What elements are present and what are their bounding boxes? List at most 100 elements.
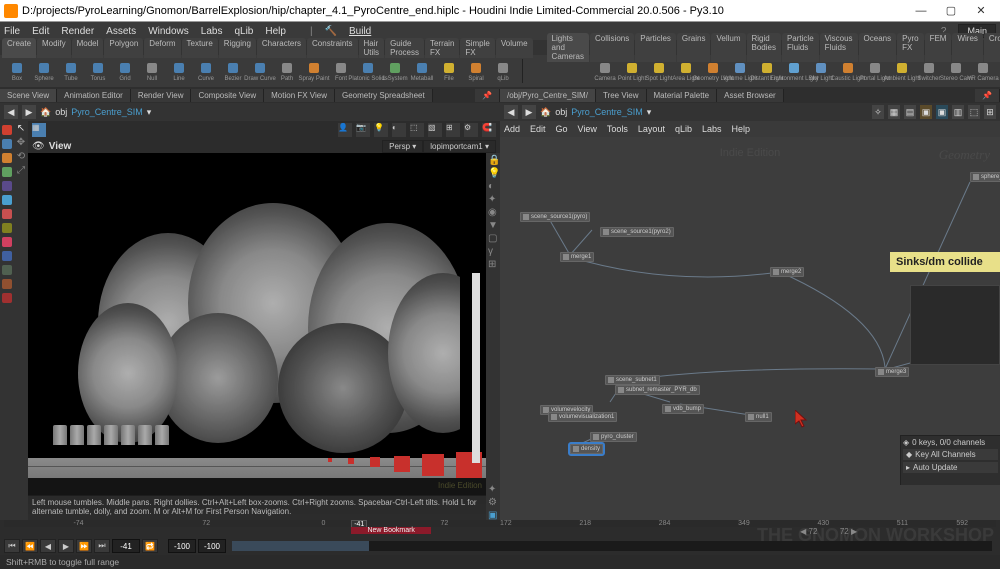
nav-fwd-icon-r[interactable]: ▶: [522, 105, 536, 119]
net-menu-go[interactable]: Go: [556, 124, 568, 134]
node[interactable]: scene_subnet1: [605, 375, 660, 385]
shelf-tool[interactable]: L-System: [382, 59, 408, 83]
node[interactable]: subnet_remaster_PYR_db: [615, 385, 700, 395]
shelf-tool[interactable]: Platonic Solids: [355, 59, 381, 83]
camera-combo[interactable]: lopimportcam1 ▾: [423, 140, 496, 153]
shelf-tool[interactable]: Camera: [592, 59, 618, 83]
vp-grid-icon[interactable]: ⊞: [446, 123, 460, 137]
path-ctx[interactable]: obj: [55, 107, 67, 117]
vp-opt-icon[interactable]: ⚙: [464, 123, 478, 137]
tab-asset-browser[interactable]: Asset Browser: [717, 89, 784, 102]
shelf-tool[interactable]: Spray Paint: [301, 59, 327, 83]
shelf-tab[interactable]: FEM: [925, 33, 952, 62]
tab-scene-view[interactable]: Scene View: [0, 89, 57, 102]
build-desk-link[interactable]: Build: [349, 26, 371, 37]
shadow-icon[interactable]: ▼: [488, 220, 498, 230]
node[interactable]: density: [570, 444, 603, 454]
range-end-marker[interactable]: ◀ 72: [800, 527, 817, 536]
shelf-tab[interactable]: Polygon: [104, 38, 143, 58]
shelf-tool[interactable]: Spiral: [463, 59, 489, 83]
net-tool-icon[interactable]: ▦: [888, 105, 900, 119]
shelf-tab[interactable]: Crowds: [984, 33, 1000, 62]
hq-icon[interactable]: ✦: [488, 194, 498, 204]
shelf-tool[interactable]: Draw Curve: [247, 59, 273, 83]
scale-tool-icon[interactable]: ⤢: [16, 165, 27, 176]
obj-type-magenta-icon[interactable]: [2, 237, 12, 247]
vp-btn-icon[interactable]: ▦: [32, 123, 46, 137]
shelf-tool[interactable]: Metaball: [409, 59, 435, 83]
shelf-tab[interactable]: Rigid Bodies: [747, 33, 781, 62]
shelf-tab[interactable]: Particles: [635, 33, 676, 62]
obj-type-olive-icon[interactable]: [2, 223, 12, 233]
obj-type-red2-icon[interactable]: [2, 209, 12, 219]
node[interactable]: merge1: [560, 252, 594, 262]
shelf-tab[interactable]: Particle Fluids: [782, 33, 819, 62]
shelf-tab[interactable]: Pyro FX: [897, 33, 923, 62]
sticky-note[interactable]: Sinks/dm collide: [890, 252, 1000, 272]
obj-type-moss-icon[interactable]: [2, 265, 12, 275]
shelf-tool[interactable]: Box: [4, 59, 30, 83]
net-tool-icon[interactable]: ⬚: [968, 105, 980, 119]
nav-fwd-icon[interactable]: ▶: [22, 105, 36, 119]
shelf-tab[interactable]: Viscous Fluids: [820, 33, 858, 62]
tab-composite-view[interactable]: Composite View: [191, 89, 264, 102]
net-tool-icon[interactable]: ▤: [904, 105, 916, 119]
obj-type-crimson-icon[interactable]: [2, 293, 12, 303]
last-frame-button[interactable]: ⏭: [94, 539, 110, 553]
shelf-tab[interactable]: Hair Utils: [359, 38, 385, 58]
net-tool-icon[interactable]: ⊞: [984, 105, 996, 119]
shelf-tool[interactable]: Sphere: [31, 59, 57, 83]
vp-shade-icon[interactable]: ◐: [392, 123, 406, 137]
first-frame-button[interactable]: ⏮: [4, 539, 20, 553]
ortho-icon[interactable]: ⊞: [488, 259, 498, 269]
prev-key-button[interactable]: ⏪: [22, 539, 38, 553]
node[interactable]: null1: [745, 412, 772, 422]
obj-type-blue-icon[interactable]: [2, 139, 12, 149]
menu-render[interactable]: Render: [61, 26, 94, 37]
tab-tree-view[interactable]: Tree View: [596, 89, 647, 102]
nav-back-icon[interactable]: ◀: [4, 105, 18, 119]
shelf-tab[interactable]: Oceans: [859, 33, 897, 62]
shelf-tab[interactable]: Modify: [37, 38, 71, 58]
play-button[interactable]: ▶: [58, 539, 74, 553]
shelf-tab[interactable]: Vellum: [711, 33, 745, 62]
net-tool-icon[interactable]: ▥: [952, 105, 964, 119]
tab-material-palette[interactable]: Material Palette: [647, 89, 718, 102]
path-node[interactable]: Pyro_Centre_SIM: [71, 107, 143, 117]
shelf-tool[interactable]: Null: [139, 59, 165, 83]
menu-help[interactable]: Help: [265, 26, 286, 37]
backdrop-box[interactable]: [910, 285, 1000, 365]
menu-assets[interactable]: Assets: [106, 26, 136, 37]
obj-type-purple-icon[interactable]: [2, 181, 12, 191]
node[interactable]: merge3: [875, 367, 909, 377]
shelf-tab[interactable]: Model: [72, 38, 104, 58]
shelf-tool[interactable]: Switcher: [916, 59, 942, 83]
path-ctx-r[interactable]: obj: [555, 107, 567, 117]
node[interactable]: sphere_influence: [970, 172, 1000, 182]
vp-light-icon[interactable]: 💡: [374, 123, 388, 137]
shelf-tab[interactable]: Texture: [182, 38, 218, 58]
shelf-tab[interactable]: Volume: [496, 38, 533, 58]
shelf-tool[interactable]: qLib: [490, 59, 516, 83]
loop-button[interactable]: 🔁: [142, 539, 158, 553]
shelf-tab[interactable]: Guide Process: [385, 38, 424, 58]
current-frame-input[interactable]: [112, 539, 140, 553]
tab-anim-editor[interactable]: Animation Editor: [57, 89, 131, 102]
auto-update-combo[interactable]: ▸ Auto Update: [903, 462, 998, 473]
shelf-tool[interactable]: Spot Light: [646, 59, 672, 83]
menu-labs[interactable]: Labs: [201, 26, 223, 37]
shelf-tool[interactable]: Bezier: [220, 59, 246, 83]
persp-combo[interactable]: Persp ▾: [382, 140, 423, 153]
select-tool-icon[interactable]: ↖: [16, 123, 27, 134]
shelf-tab[interactable]: Deform: [144, 38, 180, 58]
menu-qlib[interactable]: qLib: [234, 26, 253, 37]
net-tool-icon[interactable]: ▣: [936, 105, 948, 119]
node[interactable]: scene_source1(pyro2): [600, 227, 674, 237]
net-tool-icon[interactable]: ▣: [920, 105, 932, 119]
nav-back-icon-r[interactable]: ◀: [504, 105, 518, 119]
shelf-tab[interactable]: Simple FX: [460, 38, 494, 58]
shelf-tool[interactable]: Torus: [85, 59, 111, 83]
shelf-tool[interactable]: Point Light: [619, 59, 645, 83]
net-menu-tools[interactable]: Tools: [607, 124, 628, 134]
tab-geo-spreadsheet[interactable]: Geometry Spreadsheet: [335, 89, 433, 102]
